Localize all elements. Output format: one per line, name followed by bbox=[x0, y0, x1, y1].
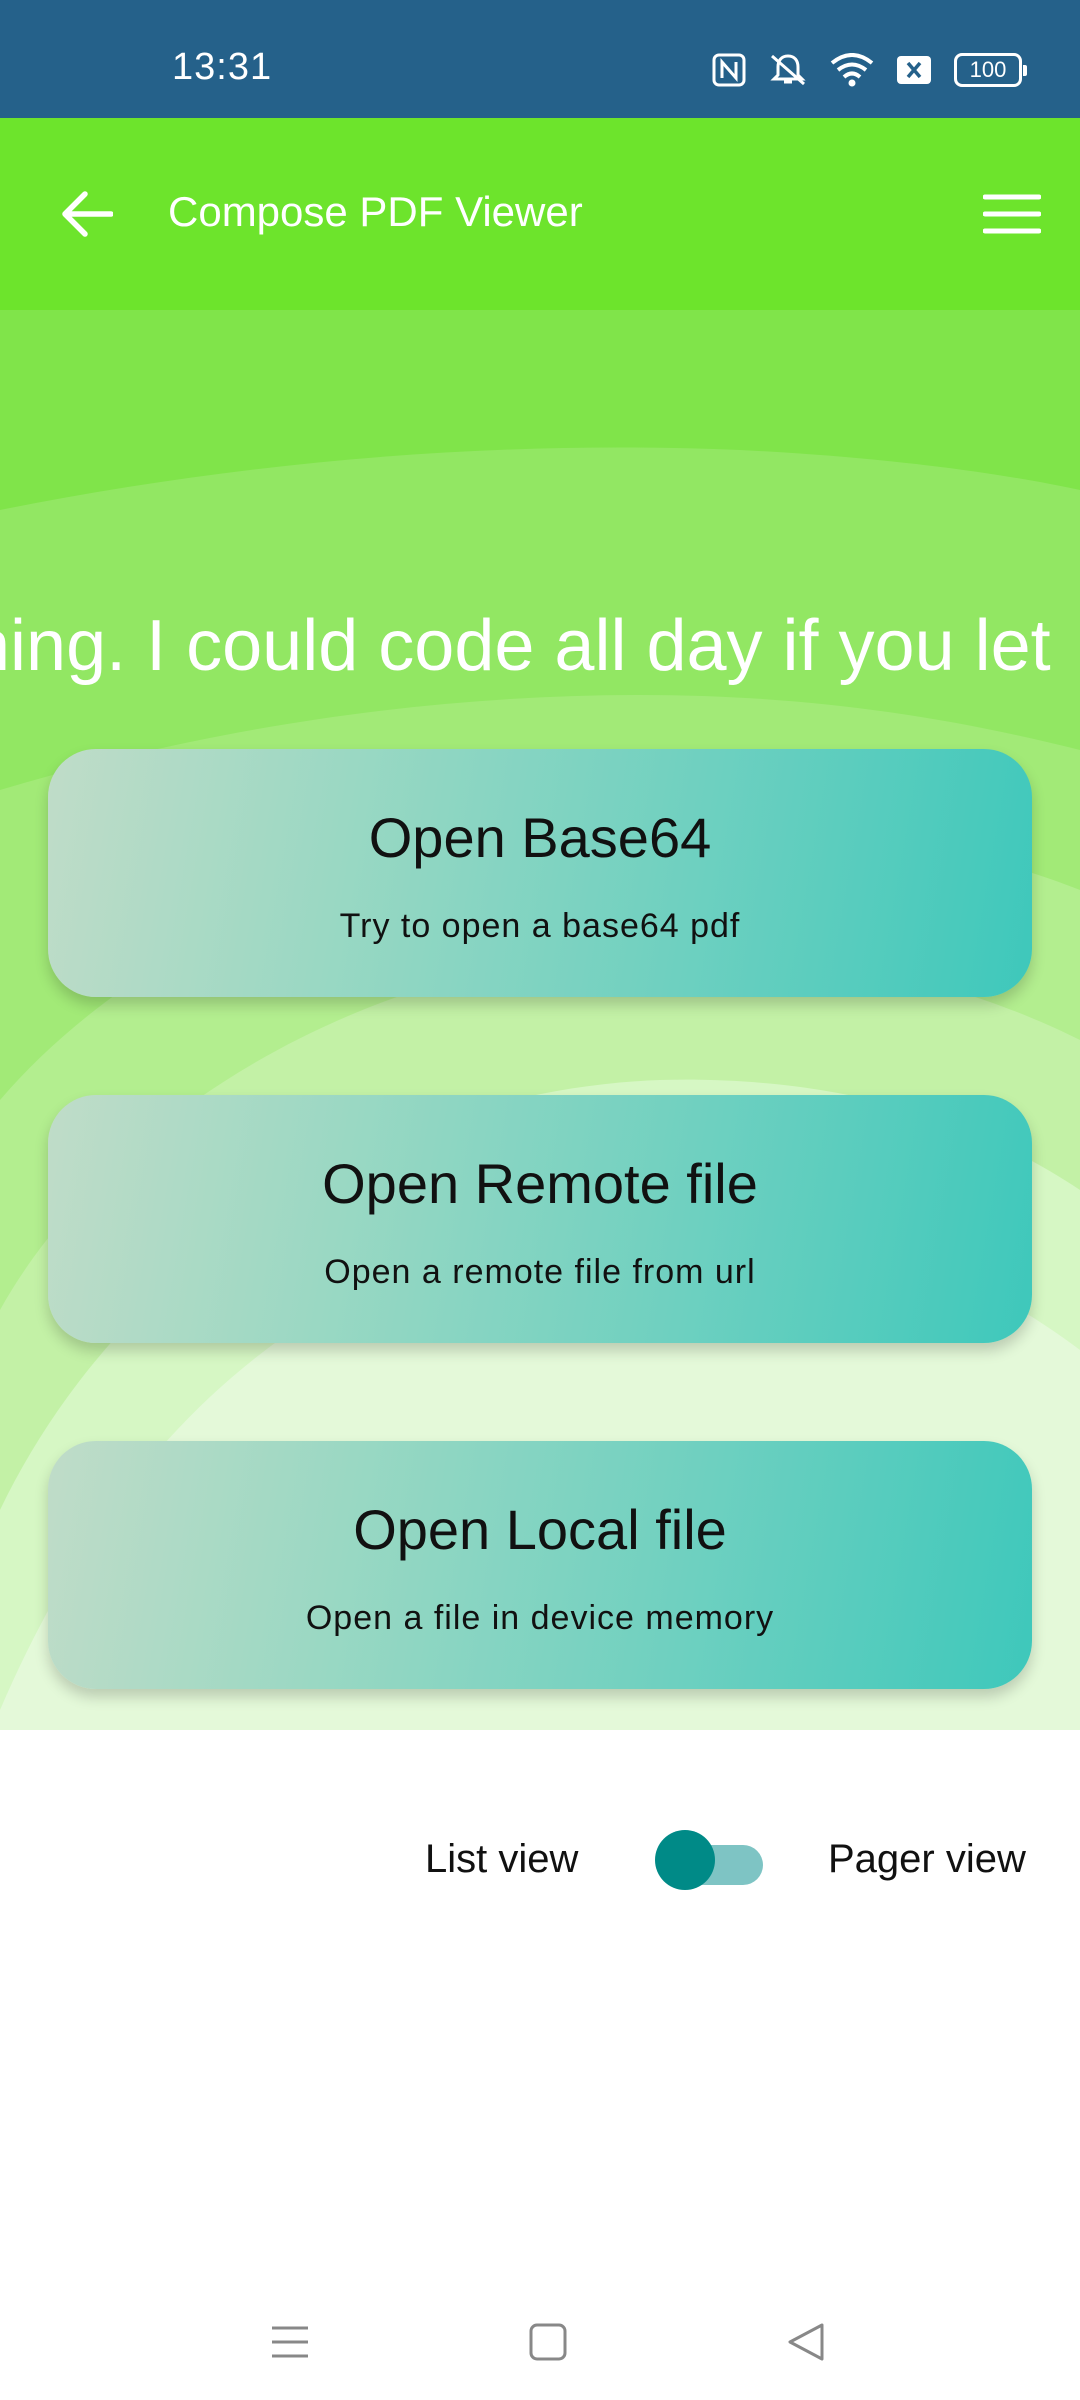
card-subtitle: Open a file in device memory bbox=[305, 1599, 775, 1637]
arrow-back-icon bbox=[62, 191, 113, 237]
menu-button[interactable] bbox=[970, 178, 1054, 250]
wifi-icon bbox=[830, 53, 874, 87]
nfc-icon bbox=[712, 53, 746, 87]
back-triangle-icon bbox=[788, 2323, 824, 2361]
mute-icon bbox=[768, 52, 808, 88]
app-bar: Compose PDF Viewer bbox=[0, 118, 1080, 310]
open-base64-card[interactable]: Open Base64 Try to open a base64 pdf bbox=[48, 749, 1032, 997]
card-subtitle: Try to open a base64 pdf bbox=[339, 907, 741, 945]
system-nav-bar bbox=[0, 2280, 1080, 2400]
card-title: Open Remote file bbox=[322, 1152, 758, 1215]
card-subtitle: Open a remote file from url bbox=[324, 1253, 756, 1291]
battery-icon: 100 bbox=[954, 53, 1027, 87]
sim-off-icon bbox=[896, 55, 932, 85]
list-view-label: List view bbox=[425, 1837, 579, 1881]
view-mode-switch[interactable] bbox=[655, 1830, 763, 1890]
recents-icon bbox=[272, 2326, 308, 2358]
marquee-text: hing. I could code all day if you let bbox=[0, 606, 1051, 686]
marquee-banner: hing. I could code all day if you let bbox=[0, 605, 1080, 705]
open-local-file-card[interactable]: Open Local file Open a file in device me… bbox=[48, 1441, 1032, 1689]
status-bar: 13:31 100 bbox=[0, 0, 1080, 118]
card-title: Open Base64 bbox=[368, 806, 712, 869]
menu-icon bbox=[983, 194, 1041, 234]
recents-button[interactable] bbox=[254, 2306, 326, 2378]
home-button[interactable] bbox=[512, 2306, 584, 2378]
home-icon bbox=[529, 2323, 567, 2361]
back-button[interactable] bbox=[44, 178, 128, 250]
open-remote-file-card[interactable]: Open Remote file Open a remote file from… bbox=[48, 1095, 1032, 1343]
status-time: 13:31 bbox=[172, 46, 273, 88]
status-icons: 100 bbox=[712, 48, 1027, 92]
switch-thumb bbox=[655, 1830, 715, 1890]
battery-level: 100 bbox=[954, 53, 1027, 87]
nav-back-button[interactable] bbox=[770, 2306, 842, 2378]
app-title: Compose PDF Viewer bbox=[168, 188, 583, 235]
view-toggle-row: List view Pager view bbox=[0, 1820, 1080, 1900]
pager-view-label: Pager view bbox=[828, 1837, 1026, 1881]
card-title: Open Local file bbox=[353, 1498, 727, 1561]
